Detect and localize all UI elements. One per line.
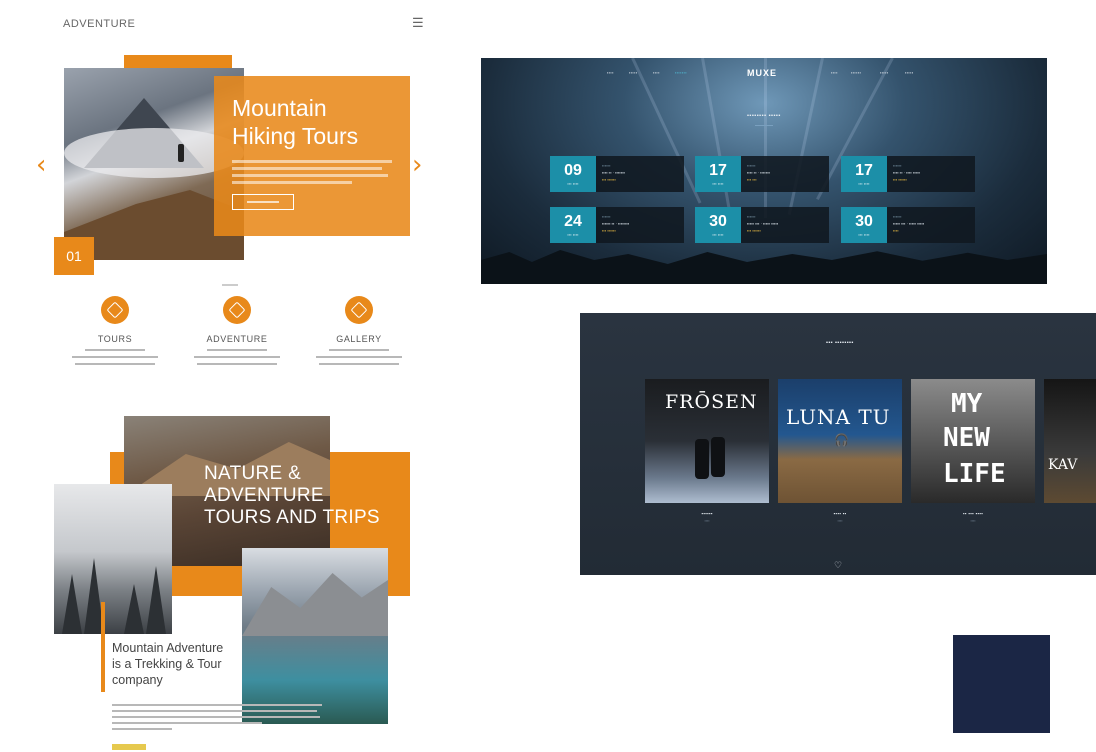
- about-button[interactable]: [112, 744, 146, 750]
- album-cover-luna-tu[interactable]: LUNA TU 🎧: [778, 379, 902, 503]
- tour-item[interactable]: 17 ▪▪▪ ▪▪▪▪ ▪▪▪▪▪▪ ▪▪▪▪ ▪▪ · ▪▪▪▪▪▪▪ ▪▪▪ ▪▪…: [695, 156, 829, 192]
- releases-heading: ▪▪▪ ▪▪▪▪▪▪▪▪: [826, 340, 854, 346]
- feature-adventure[interactable]: ADVENTURE: [182, 296, 292, 365]
- adventure-icon: [223, 296, 251, 324]
- adventure-panel: ADVENTURE ☰ Mountain Hiking Tours ‹ › 01…: [0, 0, 452, 752]
- tour-date: 17 ▪▪▪ ▪▪▪▪: [841, 156, 887, 192]
- tour-item[interactable]: 30 ▪▪▪ ▪▪▪▪ ▪▪▪▪▪▪ ▪▪▪▪▪ ▪▪▪ · ▪▪▪▪▪ ▪▪▪▪▪…: [695, 207, 829, 243]
- tour-item[interactable]: 09 ▪▪▪ ▪▪▪▪ ▪▪▪▪▪▪ ▪▪▪▪ ▪▪ · ▪▪▪▪▪▪▪ ▪▪▪ ▪▪…: [550, 156, 684, 192]
- tour-date: 30 ▪▪▪ ▪▪▪▪: [695, 207, 741, 243]
- album-title[interactable]: ▪▪▪▪ ▪▪: [778, 511, 902, 516]
- hero-card: Mountain Hiking Tours: [214, 76, 410, 236]
- tour-item[interactable]: 30 ▪▪▪ ▪▪▪▪ ▪▪▪▪▪▪ ▪▪▪▪▪ ▪▪▪ · ▪▪▪▪▪ ▪▪▪▪▪…: [841, 207, 975, 243]
- slide-counter: 01: [54, 237, 94, 275]
- tour-date: 30 ▪▪▪ ▪▪▪▪: [841, 207, 887, 243]
- slider-prev-arrow-icon[interactable]: ‹: [36, 150, 46, 180]
- tour-date: 17 ▪▪▪ ▪▪▪▪: [695, 156, 741, 192]
- nav-item[interactable]: ▪▪▪▪: [607, 70, 614, 75]
- hero-title: Mountain Hiking Tours: [232, 95, 359, 149]
- feature-tours[interactable]: TOURS: [60, 296, 170, 365]
- nav-item[interactable]: ▪▪▪▪: [831, 70, 838, 75]
- gallery-icon: [345, 296, 373, 324]
- forest-image: [54, 484, 172, 634]
- nav-item[interactable]: ▪▪▪▪▪: [905, 70, 914, 75]
- brand-logo[interactable]: ADVENTURE: [63, 18, 135, 30]
- tours-heading: ▪▪▪▪▪▪▪▪ ▪▪▪▪▪: [747, 113, 781, 119]
- album-cover-my-new-life[interactable]: MY NEW LIFE: [911, 379, 1035, 503]
- features-row: TOURS ADVENTURE GALLERY: [60, 296, 420, 386]
- nav-item[interactable]: ▪▪▪▪▪▪: [851, 70, 861, 75]
- album-title[interactable]: ▪▪▪▪▪▪: [645, 511, 769, 516]
- tour-item[interactable]: 17 ▪▪▪ ▪▪▪▪ ▪▪▪▪▪▪ ▪▪▪▪ ▪▪ · ▪▪▪▪ ▪▪▪▪▪ ▪▪▪…: [841, 156, 975, 192]
- releases-panel: ▪▪▪ ▪▪▪▪▪▪▪▪ FRŌSEN LUNA TU 🎧 MY NEW LIF…: [580, 313, 1096, 575]
- hero-read-more-button[interactable]: [232, 194, 294, 210]
- tour-date: 09 ▪▪▪ ▪▪▪▪: [550, 156, 596, 192]
- album-cover-frosen[interactable]: FRŌSEN: [645, 379, 769, 503]
- slider-next-arrow-icon[interactable]: ›: [412, 150, 422, 180]
- about-text: [112, 704, 322, 734]
- hamburger-menu-icon[interactable]: ☰: [412, 15, 424, 31]
- about-title: Mountain Adventure is a Trekking & Tour …: [112, 641, 224, 687]
- scroll-down-icon[interactable]: ♡: [834, 561, 842, 571]
- lake-image: [242, 548, 388, 724]
- slider-indicator[interactable]: [222, 284, 238, 286]
- album-cover-kav[interactable]: KAV: [1044, 379, 1096, 503]
- album-title[interactable]: ▪▪: [1044, 511, 1096, 516]
- nav-item[interactable]: ▪▪▪▪: [653, 70, 660, 75]
- color-swatch: [953, 635, 1050, 733]
- feature-gallery[interactable]: GALLERY: [304, 296, 414, 365]
- upcoming-tours-panel: ▪▪▪▪ ▪▪▪▪▪ ▪▪▪▪ ▪▪▪▪▪▪▪ ▪▪▪▪ ▪▪▪▪▪▪ ▪▪▪▪…: [481, 58, 1047, 284]
- nav-item-active[interactable]: ▪▪▪▪▪▪▪: [675, 70, 687, 75]
- album-title[interactable]: ▪▪ ▪▪▪ ▪▪▪▪: [911, 511, 1035, 516]
- about-accent-bar: [101, 602, 105, 692]
- nav-item[interactable]: ▪▪▪▪▪: [880, 70, 889, 75]
- nav-item[interactable]: ▪▪▪▪▪: [629, 70, 638, 75]
- nature-title: NATURE & ADVENTURE TOURS AND TRIPS: [204, 463, 380, 528]
- hero-text: [232, 160, 392, 188]
- headphones-icon: 🎧: [834, 433, 849, 447]
- tours-icon: [101, 296, 129, 324]
- tour-item[interactable]: 24 ▪▪▪ ▪▪▪▪ ▪▪▪▪▪▪ ▪▪▪▪▪▪ ▪▪ · ▪▪▪▪▪▪▪▪ ▪▪▪…: [550, 207, 684, 243]
- muxe-logo[interactable]: MUXE: [747, 68, 777, 78]
- tour-date: 24 ▪▪▪ ▪▪▪▪: [550, 207, 596, 243]
